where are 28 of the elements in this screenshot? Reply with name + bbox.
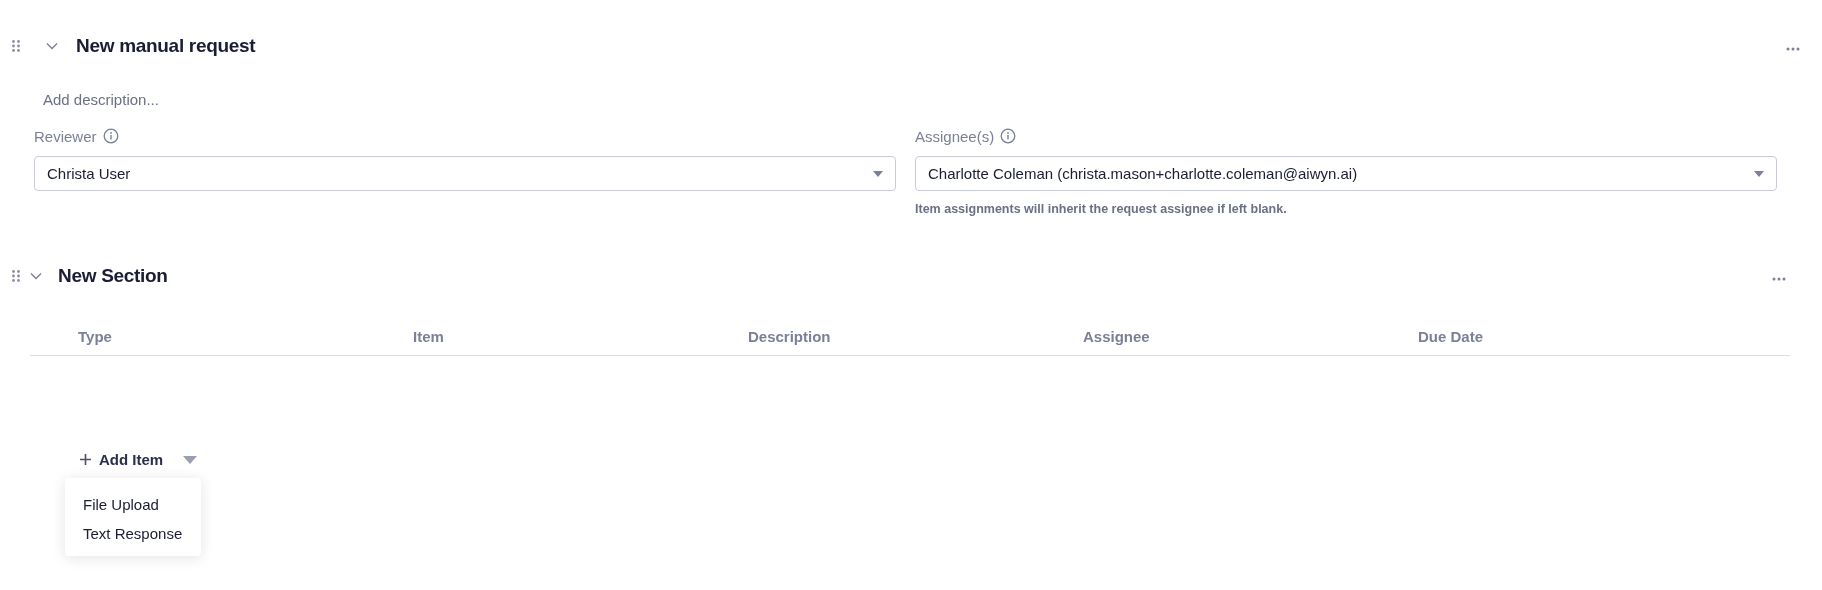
field-label: Assignee(s) [915,127,995,145]
section-title: New Section [58,265,169,287]
info-icon[interactable] [1000,128,1017,144]
column-header: Assignee [1083,328,1151,345]
caret-icon [873,170,883,177]
column-header: Item [413,328,445,345]
caret-icon [183,455,198,464]
add-item-button[interactable]: Add Item [80,451,198,468]
select-field[interactable]: Charlotte Coleman (christa.mason+charlotte.coleman@aiwyn.ai) [915,156,1777,191]
drag-handle-icon[interactable] [12,270,20,282]
column-header: Type [78,328,113,345]
description-field[interactable]: Add description... [43,91,1822,108]
chevron-icon[interactable] [30,272,42,280]
more-icon[interactable] [1772,277,1786,281]
request-title: New manual request [76,35,257,57]
caret-icon [1754,170,1764,177]
drag-handle-icon[interactable] [12,40,20,52]
menu-item[interactable]: File Upload [65,490,201,519]
chevron-icon[interactable] [46,42,58,50]
column-header: Description [748,328,832,345]
more-icon[interactable] [1786,47,1800,51]
select-field[interactable]: Christa User [34,156,896,191]
column-header: Due Date [1418,328,1485,345]
menu-item[interactable]: Text Response [65,519,201,548]
helper-text: Item assignments will inherit the request assignee if left blank. [915,202,1288,216]
field-label: Reviewer [34,127,97,145]
plus-icon [80,454,91,465]
info-icon[interactable] [102,128,119,144]
